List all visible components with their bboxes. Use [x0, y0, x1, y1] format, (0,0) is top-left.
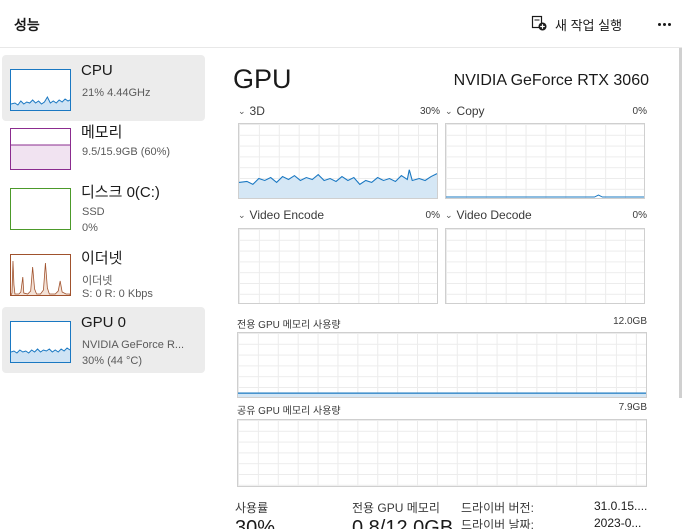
gpu-mini-graph	[10, 321, 71, 363]
engine-label: Copy	[456, 104, 485, 118]
engine-selector-3d[interactable]: ⌄ 3D	[238, 104, 265, 118]
driver-version-label: 드라이버 버전:	[461, 501, 534, 515]
engine-label: 3D	[249, 104, 265, 118]
sidebar-item-name: GPU 0	[81, 314, 127, 331]
sidebar-item-detail: 이더넷	[82, 275, 113, 287]
new-task-label: 새 작업 실행	[555, 17, 623, 33]
ethernet-mini-graph	[10, 254, 71, 296]
utilization-label: 사용률	[235, 501, 269, 515]
sidebar-item-name: 메모리	[81, 124, 123, 141]
sidebar-item-detail: 21% 4.44GHz	[82, 87, 151, 99]
engine-max: 0%	[425, 210, 440, 221]
driver-date-value: 2023-0...	[594, 516, 642, 529]
more-options-icon[interactable]	[654, 12, 674, 36]
engine-max: 0%	[632, 106, 647, 117]
engine-label: Video Decode	[456, 208, 532, 222]
dedicated-memory-max: 12.0GB	[613, 316, 647, 327]
sidebar-item-detail-2: 30% (44 °C)	[82, 355, 143, 367]
chevron-down-icon: ⌄	[445, 209, 453, 220]
sidebar-item-disk[interactable]: 디스크 0(C:) SSD 0%	[2, 174, 205, 240]
engine-graph-video-decode	[445, 228, 645, 304]
driver-date-label: 드라이버 날짜:	[461, 518, 534, 529]
title-bar: 성능 새 작업 실행	[0, 0, 682, 48]
gpu-model-name: NVIDIA GeForce RTX 3060	[453, 72, 649, 89]
sidebar-item-detail: NVIDIA GeForce R...	[82, 339, 185, 351]
engine-selector-video-decode[interactable]: ⌄ Video Decode	[445, 208, 532, 222]
engine-label: Video Encode	[249, 208, 325, 222]
chevron-down-icon: ⌄	[238, 105, 246, 116]
shared-memory-graph	[237, 419, 647, 487]
chevron-down-icon: ⌄	[445, 105, 453, 116]
shared-memory-max: 7.9GB	[618, 402, 647, 413]
engine-max: 0%	[632, 210, 647, 221]
dedicated-memory-graph	[237, 332, 647, 398]
utilization-value: 30%	[235, 517, 276, 529]
engine-graph-copy	[445, 123, 645, 199]
shared-memory-label: 공유 GPU 메모리 사용량	[237, 406, 341, 417]
dedicated-memory-stat-value: 0.8/12.0GB	[352, 517, 454, 529]
sidebar-item-name: CPU	[81, 62, 113, 79]
disk-mini-graph	[10, 188, 71, 230]
sidebar-item-cpu[interactable]: CPU 21% 4.44GHz	[2, 55, 205, 121]
engine-graph-video-encode	[238, 228, 438, 304]
dedicated-memory-stat-label: 전용 GPU 메모리	[352, 501, 440, 515]
driver-version-value: 31.0.15....	[594, 499, 648, 513]
sidebar-item-memory[interactable]: 메모리 9.5/15.9GB (60%)	[2, 114, 205, 180]
sidebar-item-name: 이더넷	[81, 250, 123, 267]
sidebar-item-name: 디스크 0(C:)	[81, 184, 160, 201]
new-task-button[interactable]: 새 작업 실행	[531, 13, 622, 35]
engine-max: 30%	[419, 106, 440, 117]
cpu-mini-graph	[10, 69, 71, 111]
sidebar-item-gpu[interactable]: GPU 0 NVIDIA GeForce R... 30% (44 °C)	[2, 307, 205, 373]
gpu-heading: GPU	[233, 64, 292, 94]
dedicated-memory-label: 전용 GPU 메모리 사용량	[237, 320, 341, 331]
performance-sidebar: CPU 21% 4.44GHz 메모리 9.5/15.9GB (60%) 디스크…	[0, 48, 212, 529]
gpu-detail-panel: GPU NVIDIA GeForce RTX 3060 ⌄ 3D 30% ⌄ C…	[212, 48, 682, 529]
engine-graph-3d	[238, 123, 438, 199]
sidebar-item-detail-2: S: 0 R: 0 Kbps	[82, 288, 153, 300]
sidebar-item-detail-2: 0%	[82, 222, 98, 234]
engine-selector-video-encode[interactable]: ⌄ Video Encode	[238, 208, 324, 222]
sidebar-item-ethernet[interactable]: 이더넷 이더넷 S: 0 R: 0 Kbps	[2, 240, 205, 306]
chevron-down-icon: ⌄	[238, 209, 246, 220]
sidebar-item-detail: SSD	[82, 206, 105, 218]
sidebar-item-detail: 9.5/15.9GB (60%)	[82, 146, 171, 158]
engine-selector-copy[interactable]: ⌄ Copy	[445, 104, 485, 118]
page-title: 성능	[14, 17, 40, 33]
memory-mini-graph	[10, 128, 71, 170]
new-task-icon	[531, 15, 547, 34]
